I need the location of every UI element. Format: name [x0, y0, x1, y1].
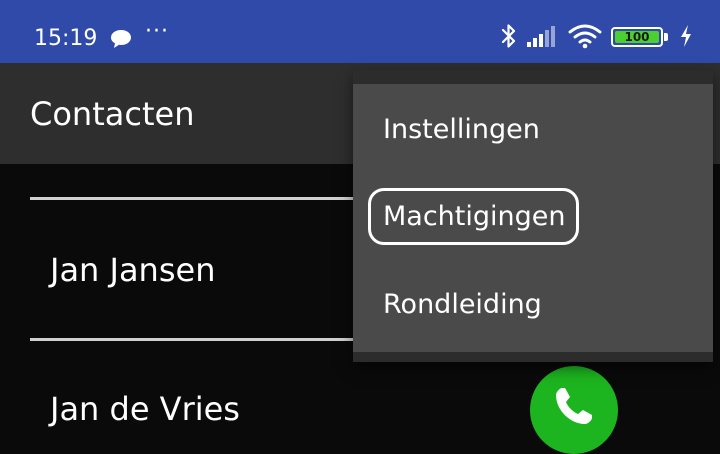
page-title: Contacten: [30, 95, 195, 133]
battery-level: 100: [615, 31, 659, 43]
battery-tip: [664, 33, 668, 41]
bluetooth-icon: [500, 22, 518, 54]
battery-body: 100: [611, 27, 663, 47]
wifi-icon: [568, 23, 602, 53]
contact-name[interactable]: Jan Jansen: [50, 250, 215, 290]
phone-icon: [556, 388, 592, 424]
call-button[interactable]: [530, 366, 618, 454]
battery-icon: 100: [611, 27, 671, 49]
lightning-bolt-icon: [680, 25, 692, 51]
menu-item-rondleiding[interactable]: Rondleiding: [353, 260, 713, 348]
cell-signal-icon: [527, 24, 559, 52]
status-time: 15:19: [34, 26, 98, 51]
speech-bubble-icon: [110, 29, 132, 49]
status-icons: 100: [500, 23, 692, 53]
status-bar: 15:19 ··· 100: [0, 0, 720, 63]
more-notifications-indicator: ···: [145, 19, 169, 44]
highlight-ring: [368, 188, 579, 245]
contact-name[interactable]: Jan de Vries: [50, 389, 240, 429]
menu-item-label: Rondleiding: [383, 289, 542, 320]
menu-item-label: Instellingen: [383, 114, 540, 145]
menu-item-instellingen[interactable]: Instellingen: [353, 84, 713, 172]
